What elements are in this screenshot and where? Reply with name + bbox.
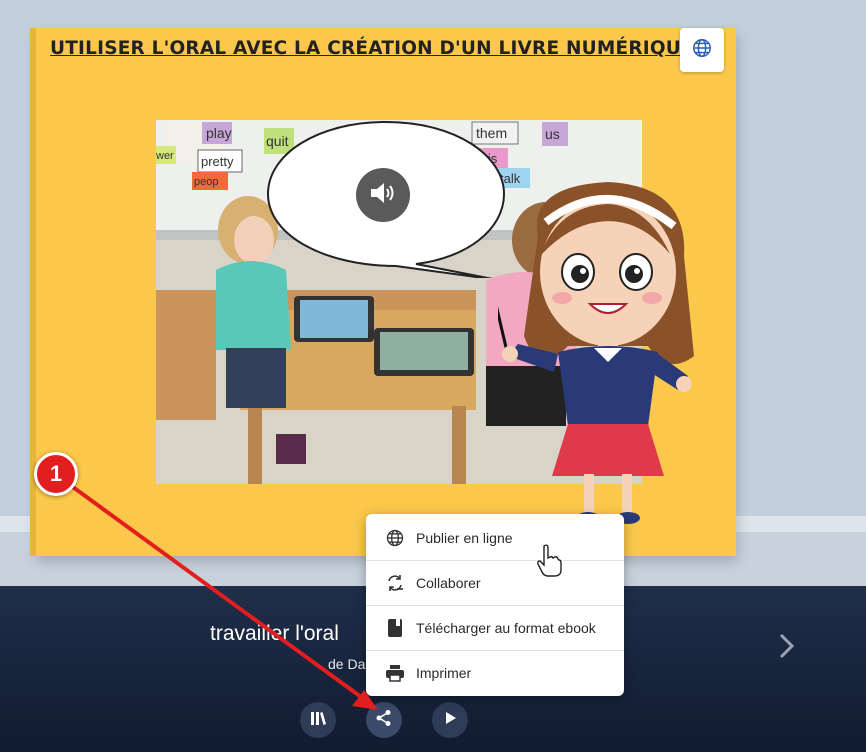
app-stage: UTILISER L'ORAL AVEC LA CRÉATION D'UN LI… bbox=[0, 0, 866, 752]
play-icon bbox=[442, 710, 458, 731]
menu-item-label: Imprimer bbox=[416, 665, 472, 681]
word-card-peop: peop bbox=[194, 176, 218, 188]
share-button[interactable] bbox=[366, 702, 402, 738]
printer-icon bbox=[384, 662, 406, 684]
word-card-wer: wer bbox=[156, 150, 174, 162]
word-card-play: play bbox=[206, 125, 232, 141]
annotation-badge: 1 bbox=[34, 452, 78, 496]
teacher-avatar bbox=[498, 182, 694, 524]
word-card-pretty: pretty bbox=[201, 154, 234, 169]
menu-item-publish-online[interactable]: Publier en ligne bbox=[366, 516, 624, 560]
menu-item-label: Télécharger au format ebook bbox=[416, 620, 596, 636]
book-author: de Da bbox=[328, 656, 366, 672]
collaborate-icon bbox=[384, 572, 406, 594]
library-icon bbox=[309, 709, 327, 732]
menu-item-label: Collaborer bbox=[416, 575, 481, 591]
ebook-icon bbox=[384, 617, 406, 639]
globe-icon bbox=[691, 37, 713, 64]
hand-cursor-icon bbox=[537, 544, 562, 577]
menu-item-collaborate[interactable]: Collaborer bbox=[366, 561, 624, 605]
menu-item-print[interactable]: Imprimer bbox=[366, 651, 624, 695]
book-name: travailler l'oral bbox=[210, 622, 339, 645]
word-card-us: us bbox=[545, 126, 560, 142]
share-icon bbox=[375, 709, 393, 732]
menu-item-label: Publier en ligne bbox=[416, 530, 513, 546]
globe-icon bbox=[384, 527, 406, 549]
next-book-button[interactable] bbox=[772, 630, 802, 666]
share-menu: Publier en ligne Collaborer Télécharger bbox=[366, 514, 624, 696]
menu-item-download-ebook[interactable]: Télécharger au format ebook bbox=[366, 606, 624, 650]
play-button[interactable] bbox=[432, 702, 468, 738]
play-audio-button[interactable] bbox=[356, 168, 410, 222]
library-button[interactable] bbox=[300, 702, 336, 738]
chevron-right-icon bbox=[777, 632, 797, 665]
language-button[interactable] bbox=[680, 28, 724, 72]
speaker-icon bbox=[369, 181, 397, 210]
book-title: UTILISER L'ORAL AVEC LA CRÉATION D'UN LI… bbox=[50, 38, 694, 59]
